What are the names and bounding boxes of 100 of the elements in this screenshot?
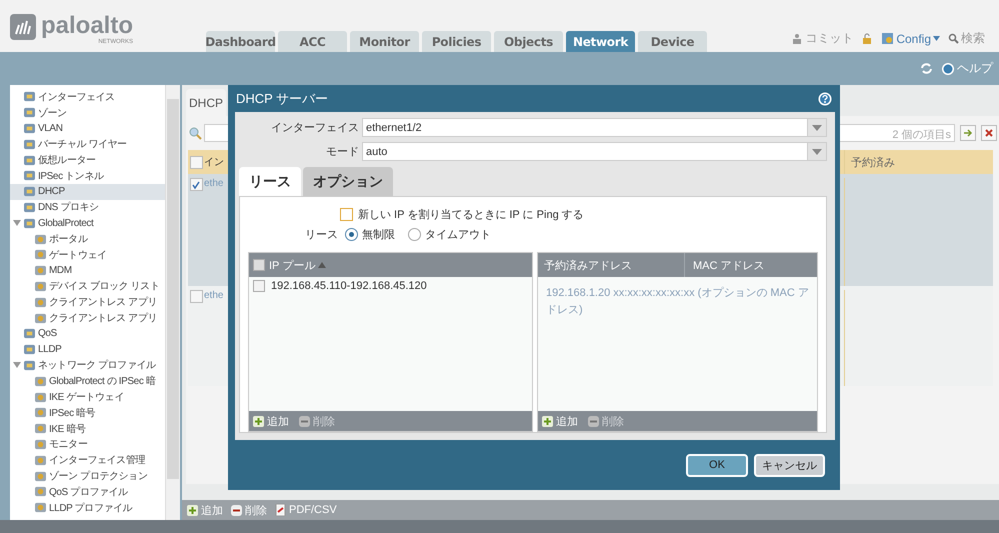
table-cell[interactable]: 192.168.45.110-192.168.45.120 — [271, 280, 427, 292]
tree-item[interactable]: ゾーン — [10, 104, 165, 121]
tree-item[interactable]: ネットワーク プロファイル — [10, 358, 165, 374]
plus-icon — [542, 416, 553, 426]
field-label: モード — [325, 145, 359, 159]
panel-icon — [23, 186, 36, 198]
tree-item[interactable]: ポータル — [10, 231, 165, 247]
panel-icon — [23, 170, 36, 182]
tree-item[interactable]: インターフェイス — [10, 89, 165, 105]
panel-icon — [34, 280, 47, 292]
tree-item[interactable]: ゲートウェイ — [10, 246, 165, 263]
panel-icon — [23, 91, 36, 102]
tree-item[interactable]: LLDP — [10, 342, 165, 358]
tree-item[interactable]: GlobalProtect — [10, 215, 165, 232]
apply-filter-button[interactable] — [960, 125, 976, 141]
nav-tab[interactable]: Dashboard — [206, 31, 275, 52]
checkbox[interactable] — [253, 280, 265, 292]
tree-item[interactable]: クライアントレス アプリ — [10, 310, 165, 326]
tree-item[interactable]: MDM — [10, 262, 165, 279]
nav-tab[interactable]: Device — [638, 31, 707, 52]
checkbox[interactable] — [340, 208, 353, 220]
checkbox[interactable] — [190, 290, 202, 303]
caret-icon — [933, 36, 940, 41]
radio-group-label: リース — [305, 228, 338, 242]
panel-icon — [34, 312, 47, 324]
placeholder-text: 192.168.1.20 xx:xx:xx:xx:xx:xx (オプションの MAC アドレス) — [545, 286, 810, 318]
lock-icon[interactable] — [861, 32, 874, 44]
tree-item[interactable]: IPSec トンネル — [10, 168, 165, 184]
panel-icon — [23, 328, 36, 340]
panel-icon — [34, 454, 47, 466]
radio-button[interactable] — [345, 228, 358, 240]
panel-icon — [23, 154, 36, 166]
refresh-icon[interactable] — [920, 62, 933, 75]
panel-icon — [34, 407, 47, 418]
nav-tab[interactable]: Policies — [422, 31, 491, 52]
panel-icon — [34, 296, 47, 308]
plus-icon — [253, 416, 264, 426]
panel-icon — [34, 376, 47, 387]
arrow-icon — [963, 128, 973, 138]
panel-icon — [34, 423, 47, 434]
tree-item[interactable]: 仮想ルーター — [10, 152, 165, 168]
dialog-tab[interactable]: リース — [239, 167, 301, 196]
scrollbar[interactable] — [165, 85, 180, 520]
document-icon — [275, 504, 286, 516]
checkbox[interactable] — [190, 178, 202, 191]
dialog-title: DHCP サーバー — [236, 90, 328, 108]
person-icon — [791, 32, 804, 44]
tree-item[interactable]: モニター — [10, 436, 165, 452]
panel-icon — [34, 470, 47, 482]
panel-icon — [23, 138, 36, 150]
select-field[interactable]: ethernet1/2 — [362, 118, 827, 137]
logo-icon — [10, 14, 36, 40]
tree-item[interactable]: VLAN — [10, 120, 165, 136]
tree-item[interactable]: QoS プロファイル — [10, 484, 165, 500]
radio-label: 無制限 — [362, 228, 395, 242]
tree-item[interactable]: GlobalProtect の IPSec 暗 — [10, 373, 165, 390]
panel-icon — [34, 486, 47, 498]
panel-icon — [23, 360, 36, 371]
dialog-tab[interactable]: オプション — [303, 167, 393, 196]
tree-item[interactable]: ゾーン プロテクション — [10, 468, 165, 484]
radio-button[interactable] — [408, 228, 421, 240]
panel-icon — [23, 122, 36, 134]
dropdown-arrow-icon — [812, 124, 822, 130]
tree-item[interactable]: バーチャル ワイヤー — [10, 136, 165, 152]
panel-icon — [34, 438, 47, 450]
ok-button[interactable]: OK — [686, 454, 748, 476]
tree-item[interactable]: DHCP — [10, 184, 165, 200]
nav-tab[interactable]: ACC — [278, 31, 347, 52]
tree-item[interactable]: QoS — [10, 326, 165, 342]
config-menu[interactable]: Config — [881, 32, 940, 46]
tree-item[interactable]: IKE 暗号 — [10, 420, 165, 437]
tree-item[interactable]: IKE ゲートウェイ — [10, 389, 165, 405]
dropdown-arrow-icon — [812, 148, 822, 154]
minus-icon — [231, 504, 242, 516]
tree-item[interactable]: IPSec 暗号 — [10, 404, 165, 421]
nav-tab[interactable]: Objects — [494, 31, 563, 52]
tree-item[interactable]: デバイス ブロック リスト — [10, 278, 165, 294]
tree-item[interactable]: クライアントレス アプリ — [10, 294, 165, 310]
clear-filter-button[interactable] — [981, 125, 997, 141]
tree-item[interactable]: インターフェイス管理 — [10, 452, 165, 468]
tree-item[interactable]: LLDP プロファイル — [10, 500, 165, 516]
sort-arrow-icon — [318, 262, 326, 268]
plus-icon — [187, 504, 198, 516]
checkbox[interactable] — [190, 156, 202, 168]
minus-icon — [299, 416, 310, 426]
checkbox[interactable] — [253, 259, 265, 271]
panel-icon — [34, 234, 47, 245]
panel-icon — [23, 344, 36, 356]
expand-arrow-icon[interactable] — [12, 361, 20, 370]
cancel-button[interactable]: キャンセル — [754, 454, 825, 476]
content-tab[interactable]: DHCP — [186, 89, 226, 116]
nav-tab[interactable]: Monitor — [350, 31, 419, 52]
panel-icon — [34, 249, 47, 260]
tree-item[interactable]: DNS プロキシ — [10, 200, 165, 216]
panel-icon — [34, 265, 47, 276]
select-field[interactable]: auto — [362, 142, 827, 161]
minus-icon — [588, 416, 599, 426]
nav-tab[interactable]: Network — [566, 31, 635, 52]
expand-arrow-icon[interactable] — [12, 219, 20, 228]
panel-icon — [34, 392, 47, 403]
